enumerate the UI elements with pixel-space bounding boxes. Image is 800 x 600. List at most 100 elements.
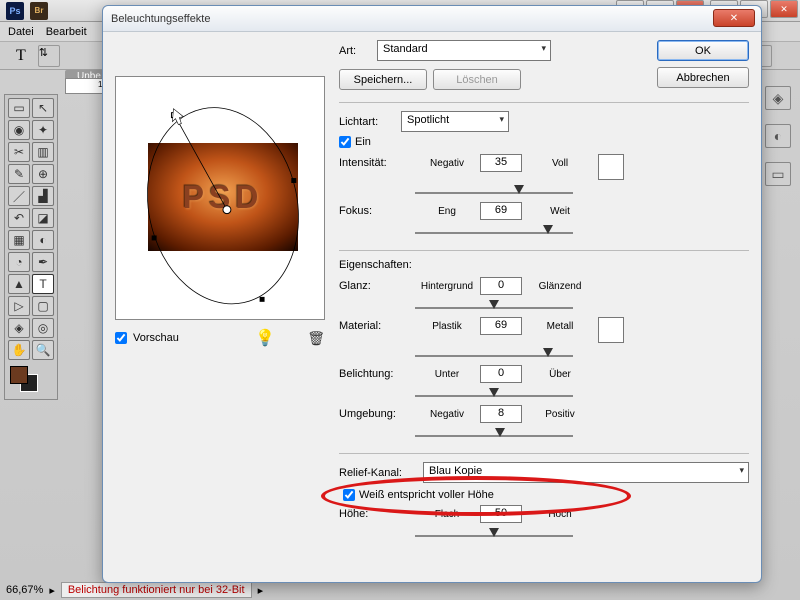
delete-light-icon[interactable]: 🗑 xyxy=(307,330,325,347)
hand-tool-icon[interactable]: ✋ xyxy=(8,340,30,360)
preview-checkbox-label: Vorschau xyxy=(133,332,179,344)
ambience-label: Umgebung: xyxy=(339,408,414,420)
type-tool-icon[interactable]: T xyxy=(32,274,54,294)
status-bar: 66,67% ▸ Belichtung funktioniert nur bei… xyxy=(6,582,263,598)
blur-tool-icon[interactable]: ◐ xyxy=(32,230,54,250)
color-swatches[interactable] xyxy=(8,366,54,396)
exposure-min-label: Unter xyxy=(415,369,479,380)
height-max-label: Hoch xyxy=(529,509,591,520)
lighting-effects-dialog: Beleuchtungseffekte ✕ PSD xyxy=(102,5,762,583)
gloss-min-label: Hintergrund xyxy=(415,281,479,292)
material-value[interactable]: 69 xyxy=(480,317,522,335)
relief-channel-select[interactable]: Blau Kopie xyxy=(423,462,749,483)
gloss-slider[interactable] xyxy=(415,297,573,313)
light-type-select[interactable]: Spotlicht xyxy=(401,111,509,132)
ambience-value[interactable]: 8 xyxy=(480,405,522,423)
lasso-tool-icon[interactable]: ◉ xyxy=(8,120,30,140)
focus-label: Fokus: xyxy=(339,205,414,217)
app-close-button[interactable]: ✕ xyxy=(770,0,798,18)
height-min-label: Flach xyxy=(415,509,479,520)
eyedropper-tool-icon[interactable]: ✎ xyxy=(8,164,30,184)
light-on-checkbox[interactable] xyxy=(339,136,351,148)
right-dock: ◈ ◐ ▭ xyxy=(760,78,796,186)
exposure-value[interactable]: 0 xyxy=(480,365,522,383)
eraser-tool-icon[interactable]: ◪ xyxy=(32,208,54,228)
gloss-max-label: Glänzend xyxy=(529,281,591,292)
camera-tool-icon[interactable]: ◎ xyxy=(32,318,54,338)
crop-tool-icon[interactable]: ✂ xyxy=(8,142,30,162)
ambient-color-swatch[interactable] xyxy=(598,317,624,343)
dialog-close-button[interactable]: ✕ xyxy=(713,9,755,27)
heal-tool-icon[interactable]: ⊕ xyxy=(32,164,54,184)
height-slider[interactable] xyxy=(415,525,573,541)
dialog-title: Beleuchtungseffekte xyxy=(111,13,210,25)
ps-logo-icon: Ps xyxy=(6,2,24,20)
shape-tool-icon[interactable]: ▢ xyxy=(32,296,54,316)
light-gizmo[interactable] xyxy=(116,77,324,319)
dodge-tool-icon[interactable]: ◔ xyxy=(8,252,30,272)
status-message: Belichtung funktioniert nur bei 32-Bit xyxy=(61,582,252,598)
ambience-min-label: Negativ xyxy=(415,409,479,420)
style-select[interactable]: Standard xyxy=(377,40,551,61)
zoom-level[interactable]: 66,67% xyxy=(6,584,43,596)
wand-tool-icon[interactable]: ✦ xyxy=(32,120,54,140)
marquee-tool-icon[interactable]: ▭ xyxy=(8,98,30,118)
direct-select-icon[interactable]: ▷ xyxy=(8,296,30,316)
light-type-label: Lichtart: xyxy=(339,116,395,128)
intensity-slider[interactable] xyxy=(415,182,573,198)
stamp-tool-icon[interactable]: ▟ xyxy=(32,186,54,206)
intensity-max-label: Voll xyxy=(529,158,591,169)
ambience-max-label: Positiv xyxy=(529,409,591,420)
paths-panel-icon[interactable]: ▭ xyxy=(765,162,791,186)
cancel-button[interactable]: Abbrechen xyxy=(657,67,749,88)
path-select-icon[interactable]: ▲ xyxy=(8,274,30,294)
ambience-slider[interactable] xyxy=(415,425,573,441)
light-on-label: Ein xyxy=(355,136,371,148)
zoom-tool-icon[interactable]: 🔍 xyxy=(32,340,54,360)
focus-slider[interactable] xyxy=(415,222,573,238)
height-value[interactable]: 50 xyxy=(480,505,522,523)
exposure-slider[interactable] xyxy=(415,385,573,401)
channels-panel-icon[interactable]: ◐ xyxy=(765,124,791,148)
menu-edit[interactable]: Bearbeit xyxy=(46,26,87,38)
gloss-label: Glanz: xyxy=(339,280,414,292)
white-high-checkbox[interactable] xyxy=(343,489,355,501)
focus-max-label: Weit xyxy=(529,206,591,217)
layers-panel-icon[interactable]: ◈ xyxy=(765,86,791,110)
exposure-label: Belichtung: xyxy=(339,368,414,380)
material-min-label: Plastik xyxy=(415,321,479,332)
add-light-icon[interactable]: 💡 xyxy=(255,328,275,348)
height-label: Höhe: xyxy=(339,508,414,520)
gradient-tool-icon[interactable]: ▦ xyxy=(8,230,30,250)
save-style-button[interactable]: Speichern... xyxy=(339,69,427,90)
preview-area[interactable]: PSD xyxy=(115,76,325,320)
light-color-swatch[interactable] xyxy=(598,154,624,180)
properties-header: Eigenschaften: xyxy=(339,259,749,271)
text-orientation-icon[interactable]: ⇅ xyxy=(38,45,60,67)
3d-tool-icon[interactable]: ◈ xyxy=(8,318,30,338)
intensity-value[interactable]: 35 xyxy=(480,154,522,172)
fg-color-swatch[interactable] xyxy=(10,366,28,384)
type-tool-indicator: T xyxy=(10,45,32,67)
relief-channel-label: Relief-Kanal: xyxy=(339,467,417,479)
tools-panel: ▭ ↖ ◉ ✦ ✂ ▥ ✎ ⊕ ／ ▟ ↶ ◪ ▦ ◐ ◔ ✒ ▲ T ▷ ▢ … xyxy=(4,94,58,400)
gloss-value[interactable]: 0 xyxy=(480,277,522,295)
material-max-label: Metall xyxy=(529,321,591,332)
slice-tool-icon[interactable]: ▥ xyxy=(32,142,54,162)
dialog-titlebar[interactable]: Beleuchtungseffekte xyxy=(103,6,761,32)
style-label: Art: xyxy=(339,45,371,57)
focus-value[interactable]: 69 xyxy=(480,202,522,220)
menu-file[interactable]: Datei xyxy=(8,26,34,38)
ok-button[interactable]: OK xyxy=(657,40,749,61)
focus-min-label: Eng xyxy=(415,206,479,217)
move-tool-icon[interactable]: ↖ xyxy=(32,98,54,118)
delete-style-button[interactable]: Löschen xyxy=(433,69,521,90)
preview-checkbox[interactable] xyxy=(115,332,127,344)
history-brush-icon[interactable]: ↶ xyxy=(8,208,30,228)
material-slider[interactable] xyxy=(415,345,573,361)
intensity-label: Intensität: xyxy=(339,157,414,169)
bridge-logo-icon[interactable]: Br xyxy=(30,2,48,20)
pen-tool-icon[interactable]: ✒ xyxy=(32,252,54,272)
brush-tool-icon[interactable]: ／ xyxy=(8,186,30,206)
intensity-min-label: Negativ xyxy=(415,158,479,169)
